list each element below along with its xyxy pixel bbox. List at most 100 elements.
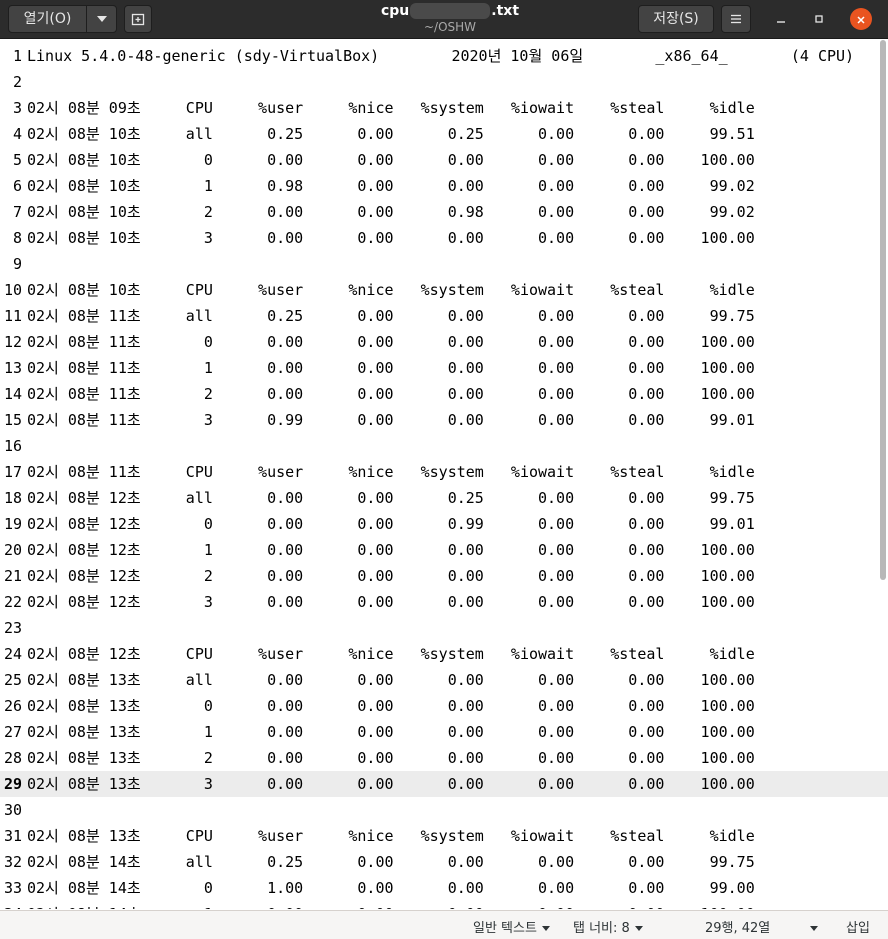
editor-line[interactable]: 26 02시 08분 13초 0 0.00 0.00 0.00 0.00 0.00… [0, 693, 888, 719]
line-text: 02시 08분 11초 2 0.00 0.00 0.00 0.00 0.00 1… [27, 385, 755, 403]
tab-width-selector[interactable]: 탭 너비: 8 [573, 917, 643, 936]
editor-line[interactable]: 27 02시 08분 13초 1 0.00 0.00 0.00 0.00 0.00… [0, 719, 888, 745]
line-text: 02시 08분 10초 0 0.00 0.00 0.00 0.00 0.00 1… [27, 151, 755, 169]
new-tab-button[interactable] [124, 5, 152, 33]
line-number: 5 [12, 151, 22, 169]
line-text: 02시 08분 12초 3 0.00 0.00 0.00 0.00 0.00 1… [27, 593, 755, 611]
editor-line[interactable]: 15 02시 08분 11초 3 0.99 0.00 0.00 0.00 0.00… [0, 407, 888, 433]
editor-line[interactable]: 13 02시 08분 11초 1 0.00 0.00 0.00 0.00 0.00… [0, 355, 888, 381]
save-button-label: 저장(S) [653, 11, 699, 27]
open-menu-button[interactable] [86, 5, 117, 33]
editor-line[interactable]: 12 02시 08분 11초 0 0.00 0.00 0.00 0.00 0.00… [0, 329, 888, 355]
editor-line[interactable]: 23 [0, 615, 888, 641]
line-text: 02시 08분 10초 1 0.98 0.00 0.00 0.00 0.00 9… [27, 177, 755, 195]
insert-mode-indicator: 삽입 [846, 921, 870, 936]
line-text: 02시 08분 11초 0 0.00 0.00 0.00 0.00 0.00 1… [27, 333, 755, 351]
line-number: 20 [3, 541, 22, 559]
editor-line[interactable]: 14 02시 08분 11초 2 0.00 0.00 0.00 0.00 0.00… [0, 381, 888, 407]
line-text: 02시 08분 11초 CPU %user %nice %system %iow… [27, 463, 755, 481]
line-number: 2 [12, 73, 22, 91]
editor-line[interactable]: 4 02시 08분 10초 all 0.25 0.00 0.25 0.00 0.0… [0, 121, 888, 147]
editor-line[interactable]: 29 02시 08분 13초 3 0.00 0.00 0.00 0.00 0.00… [0, 771, 888, 797]
vertical-scrollbar[interactable] [880, 40, 886, 580]
title-suffix: .txt [491, 3, 520, 19]
line-text: 02시 08분 11초 3 0.99 0.00 0.00 0.00 0.00 9… [27, 411, 755, 429]
new-tab-icon [131, 13, 145, 26]
editor-line[interactable]: 33 02시 08분 14초 0 1.00 0.00 0.00 0.00 0.00… [0, 875, 888, 901]
editor-line[interactable]: 25 02시 08분 13초 all 0.00 0.00 0.00 0.00 0.… [0, 667, 888, 693]
editor-line[interactable]: 18 02시 08분 12초 all 0.00 0.00 0.25 0.00 0.… [0, 485, 888, 511]
window-title: cpu .txt [300, 3, 600, 19]
line-number: 12 [3, 333, 22, 351]
language-label: 일반 텍스트 [473, 921, 537, 936]
line-number: 33 [3, 879, 22, 897]
line-number: 8 [12, 229, 22, 247]
line-number: 3 [12, 99, 22, 117]
editor-line[interactable]: 7 02시 08분 10초 2 0.00 0.00 0.98 0.00 0.00 … [0, 199, 888, 225]
hamburger-icon [731, 14, 741, 24]
line-text: 02시 08분 14초 0 1.00 0.00 0.00 0.00 0.00 9… [27, 879, 755, 897]
line-number: 27 [3, 723, 22, 741]
title-prefix: cpu [380, 3, 410, 19]
editor-line[interactable]: 20 02시 08분 12초 1 0.00 0.00 0.00 0.00 0.00… [0, 537, 888, 563]
editor-line[interactable]: 16 [0, 433, 888, 459]
line-text: 02시 08분 12초 all 0.00 0.00 0.25 0.00 0.00… [27, 489, 755, 507]
line-number: 22 [3, 593, 22, 611]
close-button[interactable] [850, 8, 872, 30]
line-number: 17 [3, 463, 22, 481]
line-number: 19 [3, 515, 22, 533]
text-editor[interactable]: 1 Linux 5.4.0-48-generic (sdy-VirtualBox)… [0, 39, 888, 909]
editor-line[interactable]: 3 02시 08분 09초 CPU %user %nice %system %io… [0, 95, 888, 121]
line-text: 02시 08분 13초 0 0.00 0.00 0.00 0.00 0.00 1… [27, 697, 755, 715]
cursor-position-selector[interactable]: 29행, 42열 [705, 917, 819, 936]
editor-line[interactable]: 8 02시 08분 10초 3 0.00 0.00 0.00 0.00 0.00 … [0, 225, 888, 251]
editor-line[interactable]: 2 [0, 69, 888, 95]
editor-line[interactable]: 24 02시 08분 12초 CPU %user %nice %system %i… [0, 641, 888, 667]
line-text: 02시 08분 10초 all 0.25 0.00 0.25 0.00 0.00… [27, 125, 755, 143]
menu-button[interactable] [721, 5, 751, 33]
line-text: Linux 5.4.0-48-generic (sdy-VirtualBox) … [27, 47, 855, 65]
language-selector[interactable]: 일반 텍스트 [473, 917, 550, 936]
save-button[interactable]: 저장(S) [638, 5, 714, 33]
line-text: 02시 08분 10초 CPU %user %nice %system %iow… [27, 281, 755, 299]
editor-line[interactable]: 28 02시 08분 13초 2 0.00 0.00 0.00 0.00 0.00… [0, 745, 888, 771]
chevron-down-icon [634, 926, 643, 931]
editor-line[interactable]: 21 02시 08분 12초 2 0.00 0.00 0.00 0.00 0.00… [0, 563, 888, 589]
line-text: 02시 08분 13초 1 0.00 0.00 0.00 0.00 0.00 1… [27, 723, 755, 741]
line-number: 23 [3, 619, 22, 637]
line-number: 4 [12, 125, 22, 143]
editor-line[interactable]: 31 02시 08분 13초 CPU %user %nice %system %i… [0, 823, 888, 849]
editor-line[interactable]: 30 [0, 797, 888, 823]
line-number: 25 [3, 671, 22, 689]
line-text: 02시 08분 12초 0 0.00 0.00 0.99 0.00 0.00 9… [27, 515, 755, 533]
minimize-button[interactable] [770, 8, 792, 30]
editor-line[interactable]: 19 02시 08분 12초 0 0.00 0.00 0.99 0.00 0.00… [0, 511, 888, 537]
chevron-down-icon [541, 926, 550, 931]
editor-line[interactable]: 17 02시 08분 11초 CPU %user %nice %system %i… [0, 459, 888, 485]
line-text: 02시 08분 14초 all 0.25 0.00 0.00 0.00 0.00… [27, 853, 755, 871]
maximize-button[interactable] [808, 8, 830, 30]
header-bar: 열기(O) cpu .txt ~/OSHW 저장(S) [0, 0, 888, 39]
editor-line[interactable]: 34 02시 08분 14초 1 0.00 0.00 0.00 0.00 0.00… [0, 901, 888, 909]
line-number: 21 [3, 567, 22, 585]
line-number: 10 [3, 281, 22, 299]
open-button[interactable]: 열기(O) [8, 5, 87, 33]
editor-line[interactable]: 1 Linux 5.4.0-48-generic (sdy-VirtualBox)… [0, 43, 888, 69]
line-number: 24 [3, 645, 22, 663]
editor-line[interactable]: 32 02시 08분 14초 all 0.25 0.00 0.00 0.00 0.… [0, 849, 888, 875]
editor-line[interactable]: 10 02시 08분 10초 CPU %user %nice %system %i… [0, 277, 888, 303]
line-number: 26 [3, 697, 22, 715]
editor-line[interactable]: 22 02시 08분 12초 3 0.00 0.00 0.00 0.00 0.00… [0, 589, 888, 615]
editor-line[interactable]: 11 02시 08분 11초 all 0.25 0.00 0.00 0.00 0.… [0, 303, 888, 329]
line-number: 1 [12, 47, 22, 65]
editor-line[interactable]: 5 02시 08분 10초 0 0.00 0.00 0.00 0.00 0.00 … [0, 147, 888, 173]
line-number: 18 [3, 489, 22, 507]
line-text: 02시 08분 12초 1 0.00 0.00 0.00 0.00 0.00 1… [27, 541, 755, 559]
cursor-position-label: 29행, 42열 [705, 921, 771, 936]
editor-line[interactable]: 9 [0, 251, 888, 277]
line-text: 02시 08분 12초 2 0.00 0.00 0.00 0.00 0.00 1… [27, 567, 755, 585]
line-number: 14 [3, 385, 22, 403]
editor-line[interactable]: 6 02시 08분 10초 1 0.98 0.00 0.00 0.00 0.00 … [0, 173, 888, 199]
line-text: 02시 08분 12초 CPU %user %nice %system %iow… [27, 645, 755, 663]
line-text: 02시 08분 10초 2 0.00 0.00 0.98 0.00 0.00 9… [27, 203, 755, 221]
